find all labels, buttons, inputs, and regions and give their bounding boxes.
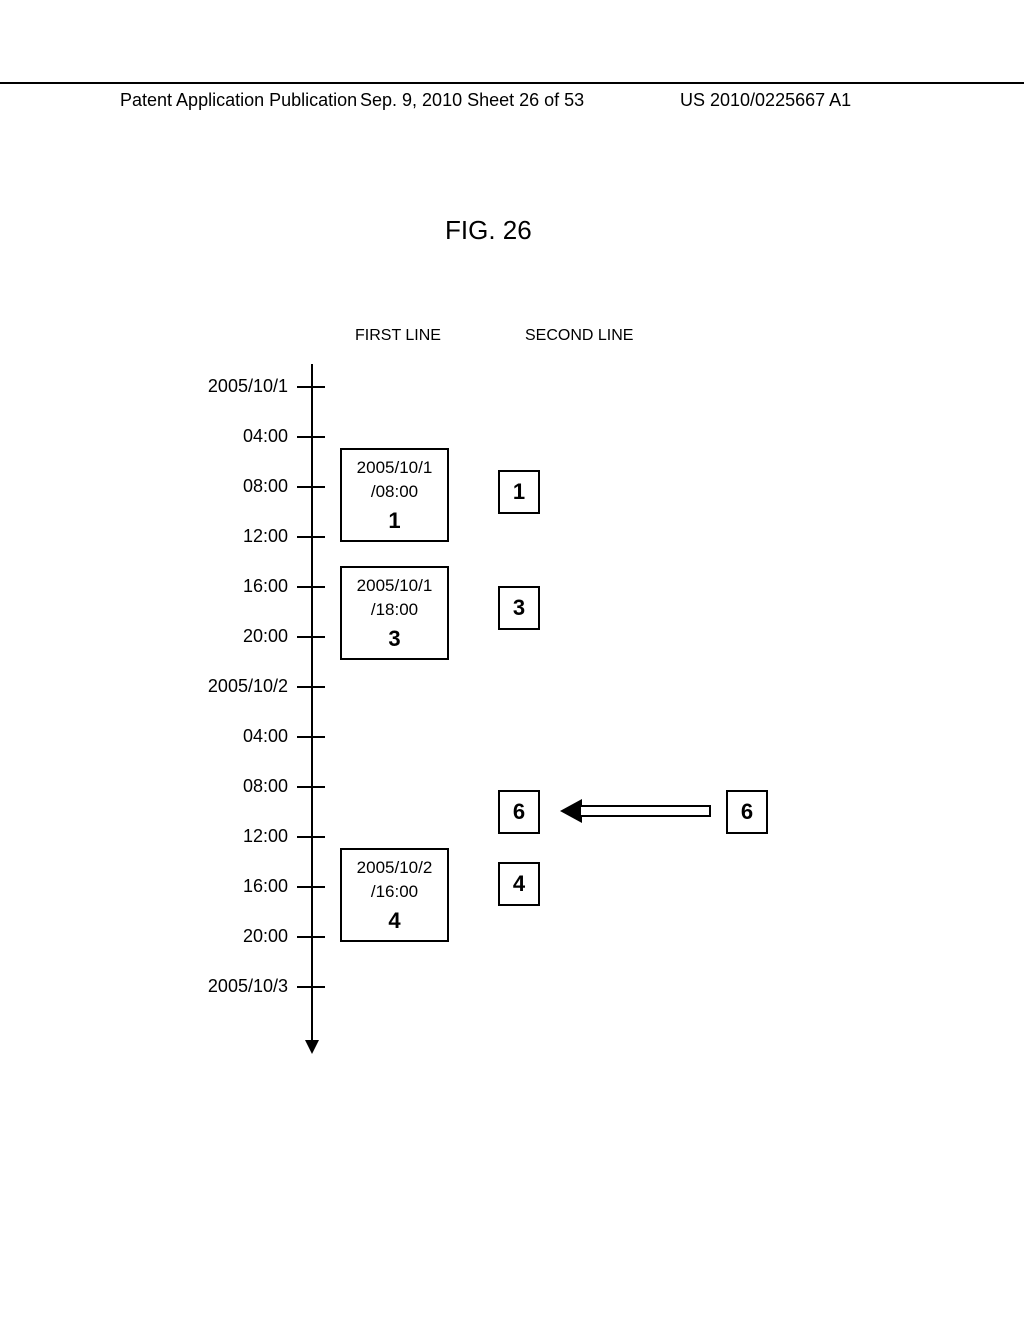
- event-number: 4: [342, 906, 447, 937]
- event-time: /18:00: [371, 600, 418, 619]
- tick-mark: [297, 786, 325, 788]
- tick-label: 12:00: [188, 826, 288, 847]
- header-publication: Patent Application Publication: [120, 90, 357, 111]
- tick-label: 12:00: [188, 526, 288, 547]
- tick-mark: [297, 686, 325, 688]
- small-box-1: 1: [498, 470, 540, 514]
- tick-label: 08:00: [188, 476, 288, 497]
- timeline-arrow-icon: [305, 1040, 319, 1054]
- tick-mark: [297, 486, 325, 488]
- tick-mark: [297, 986, 325, 988]
- tick-label: 04:00: [188, 726, 288, 747]
- tick-mark: [297, 886, 325, 888]
- tick-label: 2005/10/3: [188, 976, 288, 997]
- event-box-3: 2005/10/2 /16:00 4: [340, 848, 449, 942]
- tick-mark: [297, 636, 325, 638]
- tick-mark: [297, 386, 325, 388]
- tick-label: 16:00: [188, 876, 288, 897]
- event-date: 2005/10/2: [357, 858, 433, 877]
- header-date-sheet: Sep. 9, 2010 Sheet 26 of 53: [360, 90, 584, 111]
- tick-label: 20:00: [188, 926, 288, 947]
- tick-label: 04:00: [188, 426, 288, 447]
- column-label-first: FIRST LINE: [355, 327, 441, 345]
- small-box-3: 3: [498, 586, 540, 630]
- column-label-second: SECOND LINE: [525, 327, 633, 345]
- tick-label: 16:00: [188, 576, 288, 597]
- event-box-1: 2005/10/1 /08:00 1: [340, 448, 449, 542]
- tick-label: 2005/10/2: [188, 676, 288, 697]
- small-box-6: 6: [498, 790, 540, 834]
- figure-title: FIG. 26: [445, 215, 532, 246]
- tick-label: 20:00: [188, 626, 288, 647]
- event-time: /08:00: [371, 482, 418, 501]
- tick-mark: [297, 436, 325, 438]
- small-box-4: 4: [498, 862, 540, 906]
- tick-label: 08:00: [188, 776, 288, 797]
- event-time: /16:00: [371, 882, 418, 901]
- tick-mark: [297, 536, 325, 538]
- tick-label: 2005/10/1: [188, 376, 288, 397]
- event-date: 2005/10/1: [357, 576, 433, 595]
- source-box-6: 6: [726, 790, 768, 834]
- header-pub-number: US 2010/0225667 A1: [680, 90, 851, 111]
- tick-mark: [297, 736, 325, 738]
- event-date: 2005/10/1: [357, 458, 433, 477]
- page-header: Patent Application Publication Sep. 9, 2…: [0, 82, 1024, 90]
- timeline-axis: [311, 364, 313, 1044]
- event-number: 3: [342, 624, 447, 655]
- event-box-2: 2005/10/1 /18:00 3: [340, 566, 449, 660]
- tick-mark: [297, 586, 325, 588]
- tick-mark: [297, 936, 325, 938]
- event-number: 1: [342, 506, 447, 537]
- tick-mark: [297, 836, 325, 838]
